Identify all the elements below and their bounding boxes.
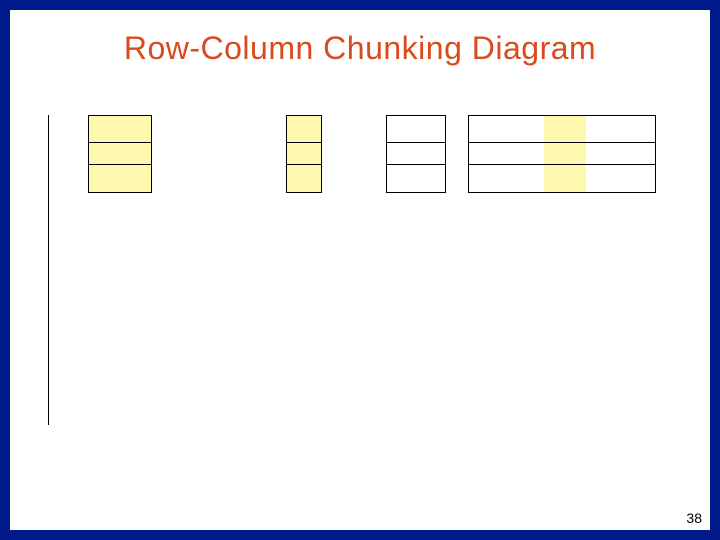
cell xyxy=(386,115,446,143)
cell xyxy=(88,115,152,143)
cell xyxy=(88,143,152,165)
cell xyxy=(286,115,322,143)
group-3-column xyxy=(468,115,656,193)
group-3-border xyxy=(468,115,656,193)
slide-title: Row-Column Chunking Diagram xyxy=(10,30,710,67)
chunking-diagram xyxy=(48,115,672,425)
diagram-axis xyxy=(48,115,49,425)
cell xyxy=(386,165,446,193)
cell xyxy=(468,165,656,193)
group-2-plain-column xyxy=(386,115,446,193)
group-2-shaded-column xyxy=(286,115,322,193)
page-number: 38 xyxy=(686,510,702,526)
cell xyxy=(468,115,656,143)
cell xyxy=(286,165,322,193)
slide-frame: Row-Column Chunking Diagram xyxy=(0,0,720,540)
cell xyxy=(468,143,656,165)
group-1-shaded-column xyxy=(88,115,152,193)
cell xyxy=(286,143,322,165)
cell xyxy=(386,143,446,165)
cell xyxy=(88,165,152,193)
